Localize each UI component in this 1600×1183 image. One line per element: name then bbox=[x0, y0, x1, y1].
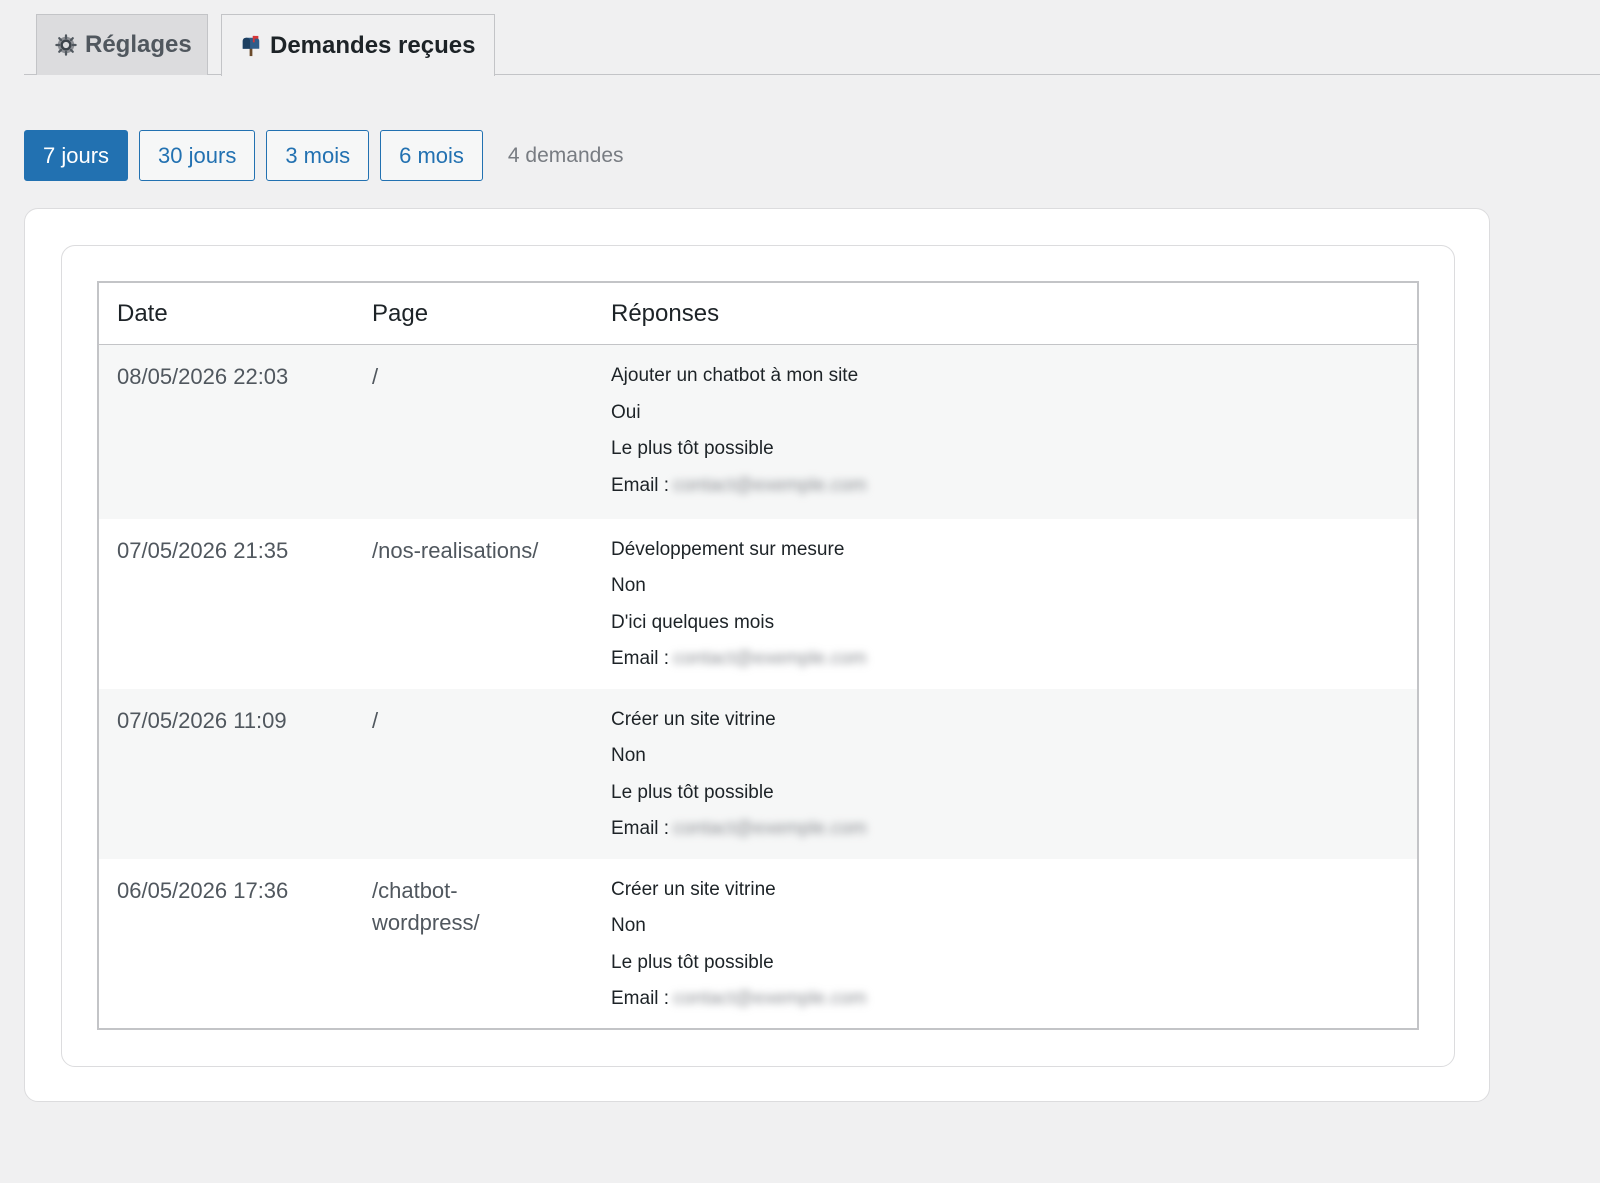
filter-30-days-button[interactable]: 30 jours bbox=[139, 130, 256, 181]
page-cell: /nos-realisations/ bbox=[354, 518, 593, 689]
responses-cell: Développement sur mesure Non D'ici quelq… bbox=[593, 518, 1418, 689]
filter-6-months-button[interactable]: 6 mois bbox=[380, 130, 483, 181]
gear-icon bbox=[55, 34, 77, 56]
responses-cell: Créer un site vitrine Non Le plus tôt po… bbox=[593, 858, 1418, 1029]
mailbox-icon bbox=[242, 35, 260, 56]
table-row: 07/05/2026 21:35 /nos-realisations/ Déve… bbox=[98, 518, 1418, 689]
response-line: Le plus tôt possible bbox=[611, 438, 774, 459]
email-line: Email : contact@exemple.com bbox=[611, 984, 1417, 1018]
email-line: Email : contact@exemple.com bbox=[611, 644, 1417, 678]
response-line: Non bbox=[611, 575, 646, 596]
response-line: Non bbox=[611, 915, 646, 936]
column-header-date[interactable]: Date bbox=[98, 282, 354, 345]
tab-bar: Réglages Demandes reçues bbox=[24, 14, 1600, 76]
responses-cell: Créer un site vitrine Non Le plus tôt po… bbox=[593, 688, 1418, 859]
email-label: Email : bbox=[611, 648, 670, 669]
table-row: 07/05/2026 11:09 / Créer un site vitrine… bbox=[98, 688, 1418, 859]
response-line: Créer un site vitrine bbox=[611, 708, 776, 730]
email-label: Email : bbox=[611, 818, 670, 839]
tab-settings-label: Réglages bbox=[85, 31, 192, 58]
response-line: Créer un site vitrine bbox=[611, 878, 776, 900]
content-card: Date Page Réponses 08/05/2026 22:03 / Aj… bbox=[24, 208, 1490, 1102]
email-line: Email : contact@exemple.com bbox=[611, 814, 1417, 848]
response-line: Ajouter un chatbot à mon site bbox=[611, 365, 859, 386]
response-line: Le plus tôt possible bbox=[611, 951, 774, 973]
date-cell: 07/05/2026 11:09 bbox=[98, 688, 354, 859]
page-cell: / bbox=[354, 344, 593, 519]
table-card: Date Page Réponses 08/05/2026 22:03 / Aj… bbox=[61, 245, 1455, 1067]
responses-cell: Ajouter un chatbot à mon site Oui Le plu… bbox=[593, 344, 1418, 519]
email-value: contact@exemple.com bbox=[673, 818, 867, 839]
email-value: contact@exemple.com bbox=[673, 474, 867, 496]
date-cell: 07/05/2026 21:35 bbox=[98, 518, 354, 689]
column-header-responses[interactable]: Réponses bbox=[593, 282, 1418, 345]
email-label: Email : bbox=[611, 988, 670, 1009]
date-cell: 08/05/2026 22:03 bbox=[98, 344, 354, 519]
tab-requests-label: Demandes reçues bbox=[270, 31, 476, 59]
response-line: Le plus tôt possible bbox=[611, 781, 774, 803]
email-line: Email : contact@exemple.com bbox=[611, 471, 1417, 505]
email-label: Email : bbox=[611, 474, 670, 496]
response-line: Oui bbox=[611, 401, 641, 423]
period-filters: 7 jours 30 jours 3 mois 6 mois 4 demande… bbox=[24, 130, 624, 181]
email-value: contact@exemple.com bbox=[673, 988, 867, 1009]
column-header-page[interactable]: Page bbox=[354, 282, 593, 345]
table-row: 08/05/2026 22:03 / Ajouter un chatbot à … bbox=[98, 344, 1418, 519]
filter-7-days-button[interactable]: 7 jours bbox=[24, 130, 129, 181]
page-cell: /chatbot-wordpress/ bbox=[354, 858, 593, 1029]
date-cell: 06/05/2026 17:36 bbox=[98, 858, 354, 1029]
table-row: 06/05/2026 17:36 /chatbot-wordpress/ Cré… bbox=[98, 858, 1418, 1029]
tab-settings[interactable]: Réglages bbox=[36, 14, 208, 75]
response-line: D'ici quelques mois bbox=[611, 611, 775, 633]
email-value: contact@exemple.com bbox=[673, 648, 867, 669]
table-header-row: Date Page Réponses bbox=[98, 282, 1418, 345]
tab-requests[interactable]: Demandes reçues bbox=[221, 14, 495, 76]
requests-count: 4 demandes bbox=[507, 143, 624, 167]
filter-3-months-button[interactable]: 3 mois bbox=[266, 130, 370, 181]
requests-table: Date Page Réponses 08/05/2026 22:03 / Aj… bbox=[97, 281, 1419, 1030]
response-line: Non bbox=[611, 745, 646, 766]
response-line: Développement sur mesure bbox=[611, 538, 845, 560]
page-cell: / bbox=[354, 688, 593, 859]
